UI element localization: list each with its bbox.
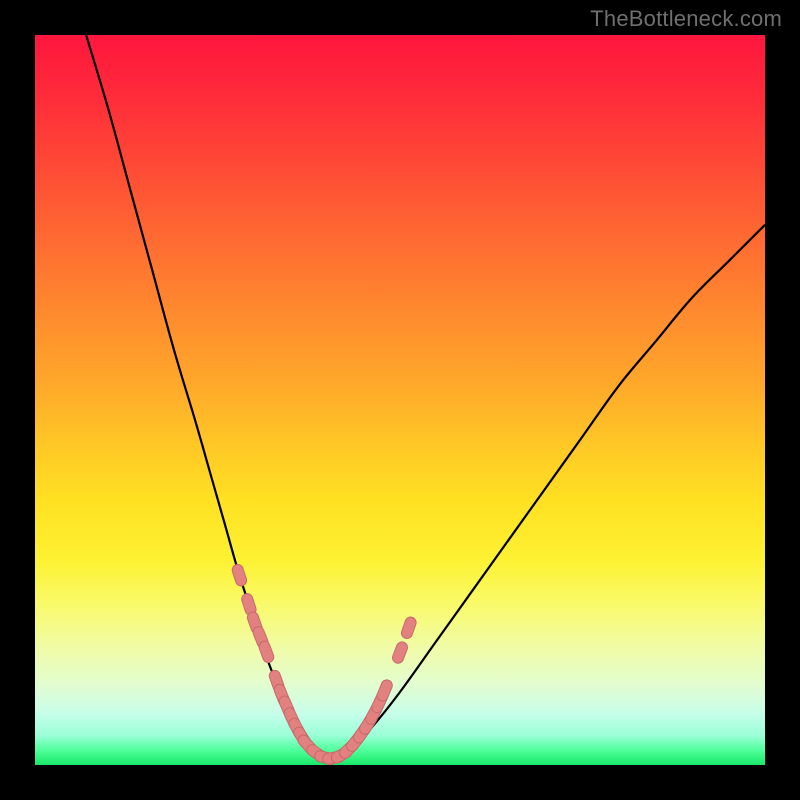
curve-marker — [231, 563, 248, 587]
curve-marker — [400, 616, 418, 640]
curve-marker — [257, 640, 275, 664]
watermark-text: TheBottleneck.com — [590, 6, 782, 32]
marker-group — [231, 563, 418, 766]
plot-area — [35, 35, 765, 765]
curve-marker — [391, 640, 409, 664]
curve-marker — [375, 678, 394, 703]
frame: TheBottleneck.com — [0, 0, 800, 800]
bottleneck-curve — [86, 35, 765, 758]
chart-svg — [35, 35, 765, 765]
